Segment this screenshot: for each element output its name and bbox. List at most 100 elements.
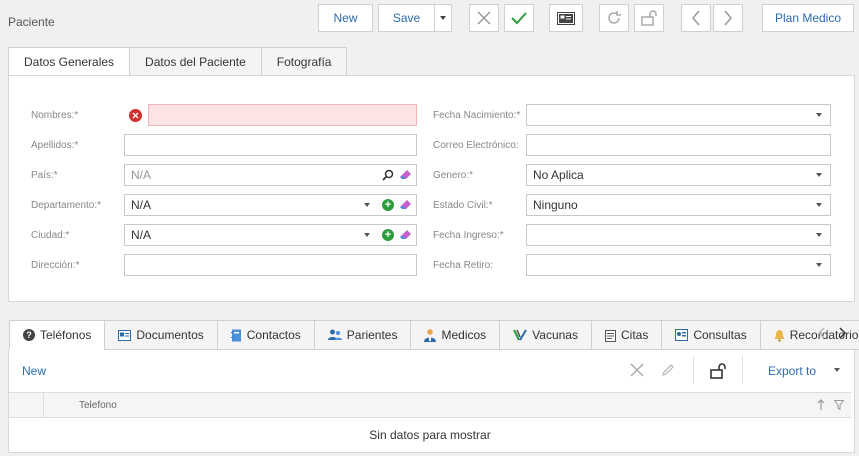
unlock-button[interactable] (634, 4, 664, 32)
tab-telefonos[interactable]: ? Teléfonos (9, 320, 105, 350)
address-book-icon (230, 329, 241, 341)
chevron-down-icon (364, 233, 370, 237)
tabs-scroll-left-button[interactable] (815, 323, 827, 343)
id-card-icon (557, 11, 575, 25)
main-tabs: Datos Generales Datos del Paciente Fotog… (8, 47, 348, 76)
nombres-input[interactable] (148, 104, 417, 126)
fecha-nacimiento-picker[interactable] (526, 104, 831, 126)
prev-record-button[interactable] (681, 4, 711, 32)
next-record-button[interactable] (713, 4, 743, 32)
tab-documentos[interactable]: Documentos (104, 320, 217, 350)
departamento-value: N/A (131, 198, 152, 212)
tab-telefonos-label: Teléfonos (40, 328, 92, 342)
chevron-down-icon (816, 263, 822, 267)
chevron-down-icon (816, 203, 822, 207)
tab-vacunas[interactable]: Vacunas (499, 320, 591, 350)
calendar-icon (604, 329, 616, 342)
column-divider (43, 393, 44, 417)
grid-header: Telefono (9, 392, 851, 418)
tab-contactos[interactable]: Contactos (216, 320, 314, 350)
tab-datos-paciente[interactable]: Datos del Paciente (129, 47, 261, 76)
tab-parientes-label: Parientes (346, 328, 398, 342)
empty-grid-message: Sin datos para mostrar (369, 428, 491, 442)
chevron-down-icon[interactable] (834, 368, 840, 372)
chevron-down-icon (816, 113, 822, 117)
grid-delete-button[interactable] (629, 362, 645, 378)
save-dropdown-button[interactable] (434, 4, 452, 32)
close-icon (477, 11, 491, 25)
accept-button[interactable] (504, 4, 534, 32)
grid-edit-button[interactable] (660, 362, 676, 378)
fecha-retiro-picker[interactable] (526, 254, 831, 276)
chevron-down-icon (440, 16, 446, 20)
apellidos-label: Apellidos:* (31, 140, 79, 151)
toolbar-divider (742, 356, 743, 384)
fecha-ingreso-picker[interactable] (526, 224, 831, 246)
detail-view-button[interactable] (549, 4, 583, 32)
chevron-right-icon (724, 10, 732, 26)
refresh-icon (608, 11, 621, 24)
add-icon[interactable]: + (382, 199, 394, 211)
id-card-icon (118, 329, 132, 341)
correo-input[interactable] (526, 134, 831, 156)
sort-asc-icon[interactable] (817, 399, 825, 411)
pais-input[interactable]: N/A (124, 164, 417, 186)
nombres-label: Nombres:* (31, 110, 79, 121)
pais-label: País:* (31, 170, 58, 181)
grid-unlock-button[interactable] (709, 361, 727, 379)
eraser-icon[interactable] (399, 199, 412, 211)
tab-medicos[interactable]: Medicos (410, 320, 500, 350)
departamento-label: Departamento:* (31, 200, 102, 211)
tab-parientes[interactable]: Parientes (313, 320, 411, 350)
direccion-label: Dirección:* (31, 260, 80, 271)
column-header-telefono[interactable]: Telefono (79, 400, 117, 411)
page-title: Paciente (8, 15, 55, 29)
filter-icon[interactable] (834, 400, 844, 410)
genero-label: Genero:* (433, 170, 474, 181)
pais-placeholder: N/A (131, 168, 152, 182)
correo-label: Correo Electrónico: (433, 140, 519, 151)
eraser-icon[interactable] (399, 169, 412, 181)
chevron-left-icon (692, 10, 700, 26)
tab-consultas-label: Consultas (693, 328, 747, 342)
cancel-button[interactable] (469, 4, 499, 32)
chevron-down-icon (364, 203, 370, 207)
ciudad-label: Ciudad:* (31, 230, 70, 241)
users-icon (327, 329, 342, 340)
chevron-left-icon (817, 327, 825, 339)
save-button[interactable]: Save (378, 4, 435, 32)
close-icon (630, 363, 644, 377)
eraser-icon[interactable] (399, 229, 412, 241)
estado-civil-label: Estado Civil:* (433, 200, 493, 211)
estado-civil-select[interactable]: Ninguno (526, 194, 831, 216)
grid-new-button[interactable]: New (22, 364, 46, 378)
export-button[interactable]: Export to (768, 364, 816, 378)
question-icon: ? (23, 329, 35, 341)
add-icon[interactable]: + (382, 229, 394, 241)
check-icon (511, 12, 527, 25)
detail-tabs: ? Teléfonos Documentos Contactos Parient… (9, 320, 859, 350)
departamento-select[interactable]: N/A + (124, 194, 417, 216)
apellidos-input[interactable] (124, 134, 417, 156)
tab-documentos-label: Documentos (136, 328, 204, 342)
tabs-scroll-right-button[interactable] (836, 323, 848, 343)
tab-fotografia[interactable]: Fotografía (260, 47, 348, 76)
syringe-icon (513, 329, 528, 341)
tab-citas[interactable]: Citas (590, 320, 662, 350)
doctor-icon (424, 328, 437, 342)
direccion-input[interactable] (124, 254, 417, 276)
unlock-icon (709, 362, 726, 379)
tab-vacunas-label: Vacunas (532, 328, 578, 342)
new-button[interactable]: New (318, 4, 373, 32)
plan-medico-button[interactable]: Plan Medico (762, 4, 854, 32)
genero-select[interactable]: No Aplica (526, 164, 831, 186)
ciudad-select[interactable]: N/A + (124, 224, 417, 246)
search-icon[interactable] (382, 169, 394, 181)
consult-icon (675, 329, 689, 341)
tab-medicos-label: Medicos (441, 328, 487, 342)
unlock-icon (641, 10, 657, 26)
ciudad-value: N/A (131, 228, 152, 242)
refresh-button[interactable] (599, 4, 629, 32)
tab-datos-generales[interactable]: Datos Generales (8, 47, 130, 76)
tab-consultas[interactable]: Consultas (661, 320, 760, 350)
